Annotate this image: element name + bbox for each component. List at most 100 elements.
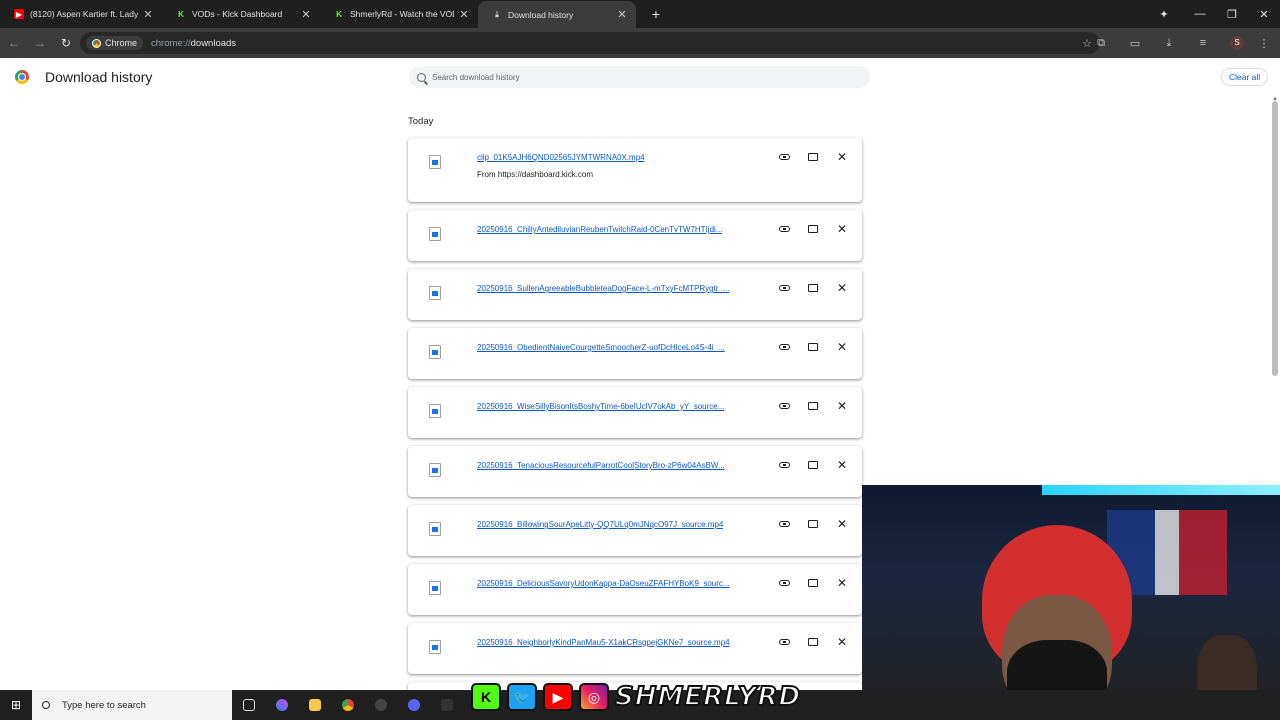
file-name-link[interactable]: 20250916_NeighborlyKindPanMau5-X1akCRsgp… <box>477 638 730 647</box>
remove-icon[interactable]: ✕ <box>835 635 849 649</box>
video-file-icon <box>429 463 441 477</box>
video-file-icon <box>429 404 441 418</box>
address-bar[interactable]: Chrome chrome:// downloads ☆ <box>80 32 1100 54</box>
close-tab-icon[interactable]: ✕ <box>300 8 312 21</box>
tab-youtube[interactable]: ▶ (8120) Aspen Kartier ft. Lady Bi ✕ <box>0 0 162 28</box>
show-in-folder-icon[interactable] <box>806 517 820 531</box>
file-name-link[interactable]: 20250916_DeliciousSavoryUdonKappa-DaOseu… <box>477 579 730 588</box>
remove-icon[interactable]: ✕ <box>835 222 849 236</box>
page-title: Download history <box>45 69 153 85</box>
show-in-folder-icon[interactable] <box>806 150 820 164</box>
copy-link-icon[interactable] <box>777 150 791 164</box>
tab-download-history[interactable]: ⤓ Download history ✕ <box>478 1 636 28</box>
tab-title: VODs - Kick Dashboard <box>192 9 283 19</box>
taskbar-search[interactable]: Type here to search <box>32 690 232 720</box>
remove-icon[interactable]: ✕ <box>835 517 849 531</box>
file-name-link[interactable]: 20250916_ChillyAntediluvianReubenTwitchR… <box>477 225 722 234</box>
chrome-icon <box>92 38 101 48</box>
file-name-link[interactable]: clip_01K5AJH6QND02565JYMTWRNA0X.mp4 <box>477 153 645 162</box>
search-input[interactable] <box>432 72 832 82</box>
file-name-link[interactable]: 20250916_BillowingSourApeLitty-QQ7ULq0mJ… <box>477 520 723 529</box>
tab-kick-dashboard[interactable]: K VODs - Kick Dashboard ✕ <box>162 0 320 28</box>
file-explorer-icon[interactable] <box>298 690 331 720</box>
file-name-link[interactable]: 20250916_TenaciousResourcefulParrotCoolS… <box>477 461 725 470</box>
search-bar[interactable] <box>409 66 870 88</box>
minimize-button[interactable]: — <box>1184 8 1216 20</box>
show-in-folder-icon[interactable] <box>806 576 820 590</box>
section-heading: Today <box>408 116 434 127</box>
site-info-chip[interactable]: Chrome <box>86 36 144 50</box>
download-item: 20250916_TenaciousResourcefulParrotCoolS… <box>408 446 862 497</box>
video-file-icon <box>429 155 441 169</box>
tab-title: Download history <box>508 9 574 20</box>
copy-link-icon[interactable] <box>777 281 791 295</box>
close-tab-icon[interactable]: ✕ <box>458 8 470 21</box>
taskbar-search-placeholder: Type here to search <box>62 699 146 711</box>
search-icon <box>417 72 426 82</box>
close-window-button[interactable]: ✕ <box>1248 8 1280 21</box>
back-icon[interactable]: ← <box>2 36 26 50</box>
remove-icon[interactable]: ✕ <box>835 399 849 413</box>
show-in-folder-icon[interactable] <box>806 399 820 413</box>
streamer-brand-name: SHMERLYRD <box>614 681 802 713</box>
remove-icon[interactable]: ✕ <box>835 576 849 590</box>
copy-link-icon[interactable] <box>777 576 791 590</box>
close-tab-icon[interactable]: ✕ <box>142 8 154 21</box>
reload-icon[interactable]: ↻ <box>54 36 78 50</box>
copilot-icon[interactable] <box>265 690 298 720</box>
cast-icon[interactable]: ▭ <box>1118 37 1152 50</box>
scrollbar-thumb[interactable] <box>1272 101 1278 376</box>
copy-link-icon[interactable] <box>777 222 791 236</box>
task-view-icon[interactable] <box>232 690 265 720</box>
file-name-link[interactable]: 20250916_WiseSillyBisonItsBoshyTime-6beI… <box>477 402 724 411</box>
file-name-link[interactable]: 20250916_SullenAgreeableBubbleteaDogFace… <box>477 284 730 293</box>
copy-link-icon[interactable] <box>777 517 791 531</box>
menu-icon[interactable]: ⋮ <box>1254 37 1274 50</box>
extensions-icon[interactable]: ⧉ <box>1084 37 1118 50</box>
youtube-logo-icon: ▶ <box>543 683 573 711</box>
remove-icon[interactable]: ✕ <box>835 340 849 354</box>
instagram-logo-icon: ◎ <box>579 683 609 711</box>
close-tab-icon[interactable]: ✕ <box>616 8 628 21</box>
download-item: 20250916_DeliciousSavoryUdonKappa-DaOseu… <box>408 564 862 615</box>
chrome-taskbar-icon[interactable] <box>331 690 364 720</box>
copy-link-icon[interactable] <box>777 635 791 649</box>
obs-icon[interactable] <box>364 690 397 720</box>
download-icon: ⤓ <box>495 9 499 19</box>
youtube-icon: ▶ <box>14 9 24 19</box>
windows-start-icon[interactable]: ⊞ <box>0 698 32 712</box>
media-icon[interactable]: ≡ <box>1186 37 1220 49</box>
copy-link-icon[interactable] <box>777 340 791 354</box>
show-in-folder-icon[interactable] <box>806 635 820 649</box>
copy-link-icon[interactable] <box>777 399 791 413</box>
gemini-sparkle-icon[interactable]: ✦ <box>1144 8 1184 21</box>
webcam-overlay <box>862 485 1280 720</box>
download-item: 20250916_ObedientNaiveCourgetteSmoocherZ… <box>408 328 862 379</box>
downloads-icon[interactable]: ⤓ <box>1152 37 1186 50</box>
twitter-logo-icon: 🐦 <box>507 683 537 711</box>
file-name-link[interactable]: 20250916_ObedientNaiveCourgetteSmoocherZ… <box>477 343 725 352</box>
new-tab-button[interactable]: + <box>648 6 664 22</box>
download-item: 20250916_WiseSillyBisonItsBoshyTime-6beI… <box>408 387 862 438</box>
tab-kick-vod[interactable]: K ShmerlyRd - Watch the VOD on ✕ <box>320 0 478 28</box>
copy-link-icon[interactable] <box>777 458 791 472</box>
restore-button[interactable]: ❐ <box>1216 8 1248 21</box>
clear-all-button[interactable]: Clear all <box>1221 68 1269 86</box>
led-strip <box>1042 485 1280 495</box>
forward-icon[interactable]: → <box>28 36 52 50</box>
remove-icon[interactable]: ✕ <box>835 281 849 295</box>
chrome-logo-icon <box>15 70 29 84</box>
video-file-icon <box>429 581 441 595</box>
discord-icon[interactable] <box>397 690 430 720</box>
remove-icon[interactable]: ✕ <box>835 458 849 472</box>
show-in-folder-icon[interactable] <box>806 222 820 236</box>
browser-toolbar: ← → ↻ Chrome chrome:// downloads ☆ ⧉ ▭ ⤓… <box>0 28 1280 58</box>
remove-icon[interactable]: ✕ <box>835 150 849 164</box>
show-in-folder-icon[interactable] <box>806 340 820 354</box>
search-icon <box>42 701 50 709</box>
show-in-folder-icon[interactable] <box>806 281 820 295</box>
show-in-folder-icon[interactable] <box>806 458 820 472</box>
profile-avatar[interactable]: S <box>1230 36 1244 50</box>
download-item: 20250916_SullenAgreeableBubbleteaDogFace… <box>408 269 862 320</box>
app-icon[interactable] <box>430 690 463 720</box>
